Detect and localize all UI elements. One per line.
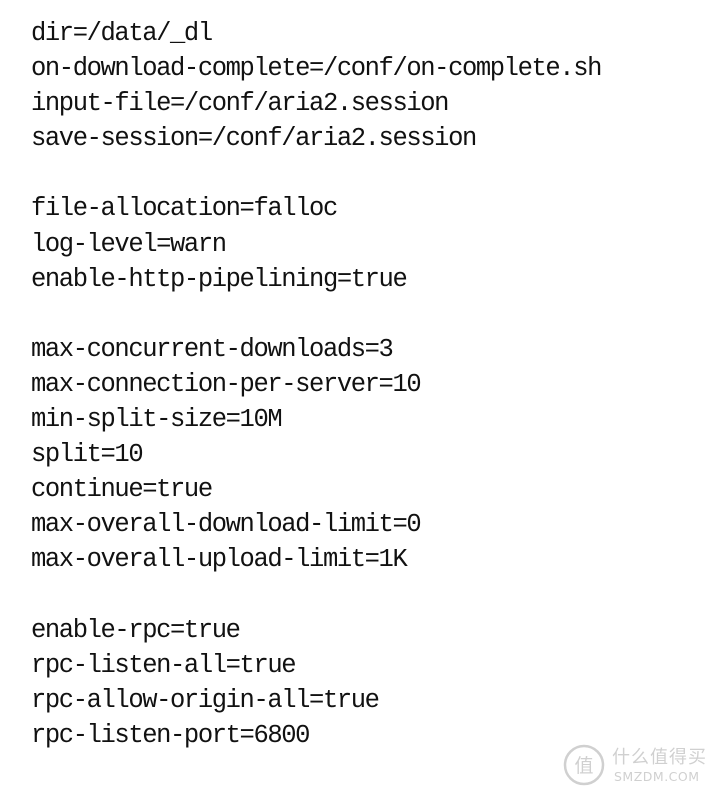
config-line: file-allocation=falloc [31,194,338,224]
config-line: save-session=/conf/aria2.session [31,124,477,154]
config-line: rpc-listen-all=true [31,650,297,680]
seal-icon: 值 [563,744,605,786]
config-line: max-overall-upload-limit=1K [31,545,408,575]
config-line: max-concurrent-downloads=3 [31,334,394,364]
config-line: enable-rpc=true [31,615,241,645]
config-line: continue=true [31,475,213,505]
seal-char: 值 [574,755,593,777]
watermark-brand: 什么值得买 [612,747,707,768]
config-line: enable-http-pipelining=true [31,264,408,294]
config-line: on-download-complete=/conf/on-complete.s… [31,54,602,84]
watermark-domain: SMZDM.COM [614,769,700,784]
config-line: split=10 [31,440,144,470]
config-line: log-level=warn [31,229,227,259]
config-line: max-overall-download-limit=0 [31,510,422,540]
smzdm-watermark: 值 什么值得买 SMZDM.COM [562,741,712,791]
config-line: input-file=/conf/aria2.session [31,89,449,119]
config-line: min-split-size=10M [31,405,283,435]
config-line: max-connection-per-server=10 [31,369,422,399]
config-line: rpc-allow-origin-all=true [31,685,380,715]
config-line: dir=/data/_dl [31,19,213,48]
config-text-block: dir=/data/_dl on-download-complete=/conf… [31,16,691,753]
